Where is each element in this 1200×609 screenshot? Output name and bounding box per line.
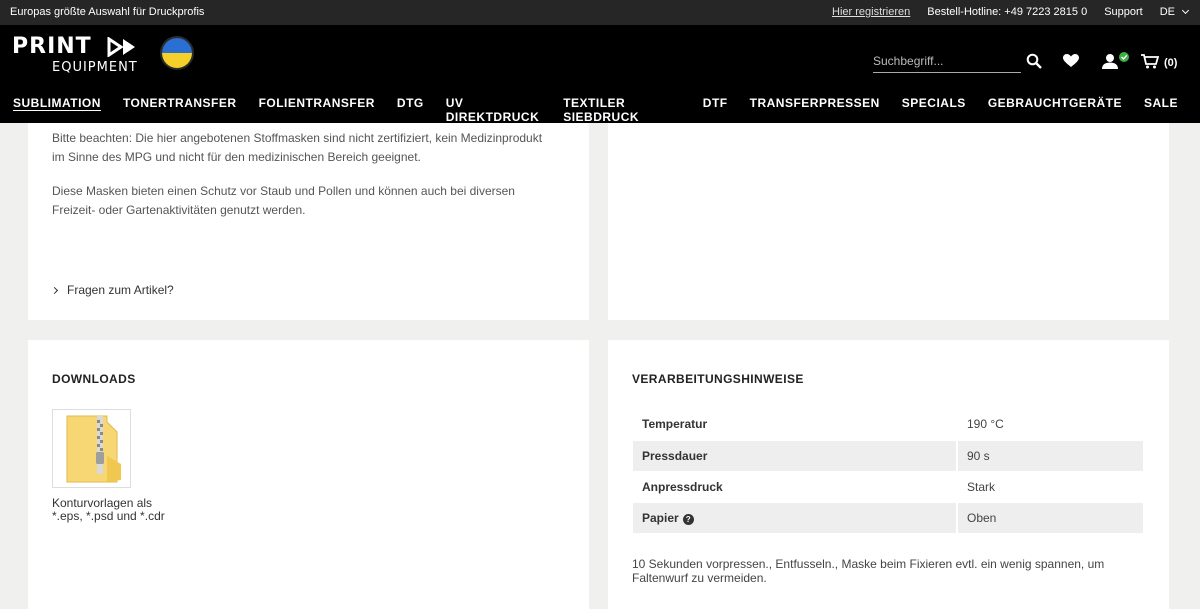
logo[interactable]: PRINT EQUIPMENT [12, 34, 137, 75]
spec-label-cell: Papier? [633, 502, 958, 534]
search-icon[interactable] [1026, 53, 1042, 69]
processing-title: VERARBEITUNGSHINWEISE [632, 372, 804, 386]
nav-dtg[interactable]: DTG [397, 96, 424, 124]
top-links: Hier registrieren Bestell-Hotline: +49 7… [832, 6, 1200, 18]
description-paragraph-2: Diese Masken bieten einen Schutz vor Sta… [52, 184, 515, 217]
faq-label: Fragen zum Artikel? [67, 283, 174, 297]
logo-equipment-text: EQUIPMENT [52, 60, 138, 75]
spec-label: Temperatur [633, 409, 958, 441]
table-row: Papier? Oben [633, 502, 1143, 534]
search-input[interactable] [873, 54, 1021, 68]
main-nav: SUBLIMATION TONERTRANSFER FOLIENTRANSFER… [13, 96, 1200, 124]
zip-file-icon [66, 415, 121, 483]
logo-print-text: PRINT [12, 34, 92, 59]
spec-value: 90 s [957, 440, 1143, 472]
table-row: Pressdauer 90 s [633, 440, 1143, 472]
heart-icon[interactable] [1063, 54, 1079, 68]
ukraine-flag-icon [160, 36, 194, 70]
support-link[interactable]: Support [1104, 6, 1143, 18]
spec-value: 190 °C [957, 409, 1143, 441]
top-info-bar: Europas größte Auswahl für Druckprofis H… [0, 0, 1200, 25]
nav-gebrauchtgeraete[interactable]: GEBRAUCHTGERÄTE [988, 96, 1122, 124]
description-paragraph-1: Bitte beachten: Die hier angebotenen Sto… [52, 131, 543, 164]
cart-count[interactable]: (0) [1164, 57, 1177, 69]
spec-value: Stark [957, 471, 1143, 503]
nav-specials[interactable]: SPECIALS [902, 96, 966, 124]
cart-icon[interactable] [1141, 54, 1159, 69]
hotline: Bestell-Hotline: +49 7223 2815 0 [927, 6, 1088, 18]
description-card: Bitte beachten: Die hier angebotenen Sto… [28, 123, 589, 320]
help-icon[interactable]: ? [682, 513, 694, 525]
nav-sublimation[interactable]: SUBLIMATION [13, 96, 101, 124]
nav-folientransfer[interactable]: FOLIENTRANSFER [259, 96, 375, 124]
language-selector[interactable]: DE [1160, 6, 1188, 18]
nav-dtf[interactable]: DTF [703, 96, 728, 124]
spec-label: Anpressdruck [633, 471, 958, 503]
side-card [608, 123, 1169, 320]
processing-note: 10 Sekunden vorpressen., Entfusseln., Ma… [632, 557, 1105, 585]
table-row: Anpressdruck Stark [633, 471, 1143, 503]
processing-card: VERARBEITUNGSHINWEISE Temperatur 190 °C … [608, 340, 1169, 609]
nav-tonertransfer[interactable]: TONERTRANSFER [123, 96, 237, 124]
nav-textiler-siebdruck[interactable]: TEXTILER SIEBDRUCK [563, 96, 681, 124]
search-box [873, 52, 1021, 73]
table-row: Temperatur 190 °C [633, 409, 1143, 441]
site-header: PRINT EQUIPMENT (0) SUBLIMATION TONERTRA… [0, 25, 1200, 124]
download-file-caption[interactable]: Konturvorlagen als *.eps, *.psd und *.cd… [52, 497, 182, 523]
user-icon[interactable] [1102, 52, 1132, 70]
nav-sale[interactable]: SALE [1144, 96, 1178, 124]
processing-table: Temperatur 190 °C Pressdauer 90 s Anpres… [633, 409, 1143, 534]
spec-value: Oben [957, 502, 1143, 534]
chevron-right-icon [50, 286, 59, 294]
logo-arrows-icon [107, 37, 135, 57]
downloads-title: DOWNLOADS [52, 372, 136, 386]
register-link[interactable]: Hier registrieren [832, 6, 910, 18]
nav-uv-direktdruck[interactable]: UV DIREKTDRUCK [446, 96, 541, 124]
download-file[interactable] [52, 409, 131, 488]
faq-toggle[interactable]: Fragen zum Artikel? [50, 283, 174, 297]
spec-label: Pressdauer [633, 440, 958, 472]
nav-transferpressen[interactable]: TRANSFERPRESSEN [750, 96, 880, 124]
downloads-card: DOWNLOADS Konturvorlagen als *.eps, *.ps… [28, 340, 589, 609]
spec-label: Papier [642, 510, 679, 525]
tagline: Europas größte Auswahl für Druckprofis [10, 6, 205, 18]
